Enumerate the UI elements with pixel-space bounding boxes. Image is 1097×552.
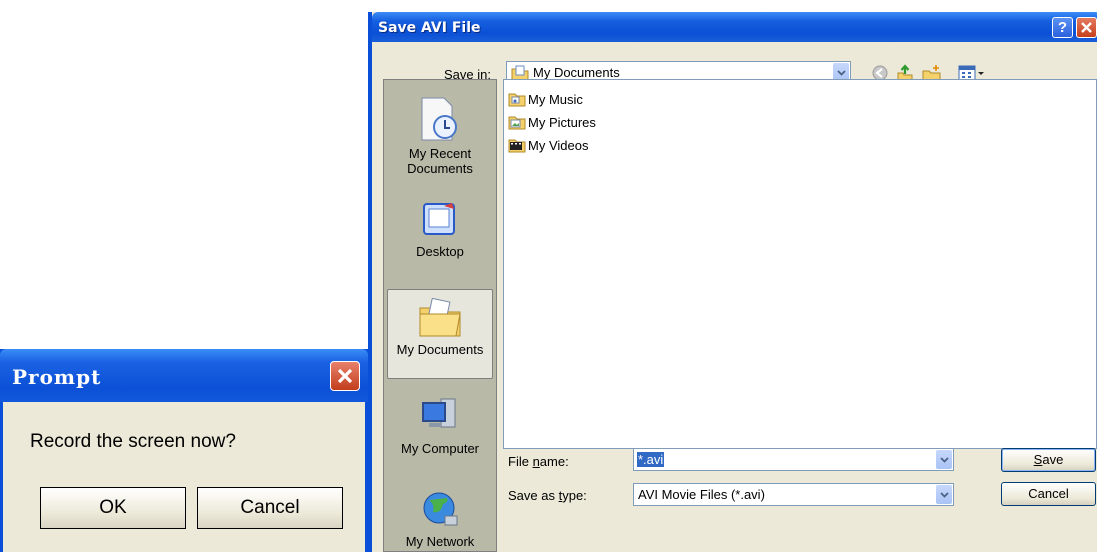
- list-item[interactable]: My Music: [508, 88, 583, 110]
- prompt-cancel-button-label: Cancel: [240, 497, 300, 518]
- place-label-my-computer: My Computer: [400, 441, 480, 456]
- file-name-my-videos: My Videos: [528, 137, 589, 153]
- close-icon: [1081, 22, 1092, 33]
- file-name-label: File name:: [508, 454, 569, 469]
- ok-button[interactable]: OK: [40, 487, 186, 529]
- save-type-label: Save as type:: [508, 488, 587, 503]
- my-network-icon: [423, 492, 458, 526]
- file-name-dropdown-button[interactable]: [936, 450, 952, 469]
- prompt-titlebar[interactable]: Prompt: [0, 349, 368, 402]
- prompt-cancel-button[interactable]: Cancel: [197, 487, 343, 529]
- place-label-desktop: Desktop: [416, 244, 464, 259]
- help-button[interactable]: ?: [1052, 17, 1073, 38]
- save-avi-dialog: Save AVI File ? Save in: My Documents My…: [368, 12, 1097, 552]
- place-my-network[interactable]: My Network: [384, 488, 496, 549]
- save-dialog-title: Save AVI File: [378, 20, 481, 36]
- place-label-my-network: My Network: [405, 534, 475, 549]
- file-name-my-music: My Music: [528, 91, 583, 107]
- my-computer-icon: [422, 398, 456, 428]
- videos-folder-icon: [508, 139, 526, 153]
- close-icon: [337, 368, 353, 384]
- save-button-label: Save: [1033, 452, 1064, 467]
- cancel-button[interactable]: Cancel: [1001, 482, 1096, 506]
- file-name-my-pictures: My Pictures: [528, 114, 596, 130]
- save-type-value: AVI Movie Files (*.avi): [638, 487, 765, 502]
- list-item[interactable]: My Videos: [508, 134, 588, 156]
- place-my-recent-documents[interactable]: My Recent Documents: [384, 96, 496, 176]
- place-desktop[interactable]: Desktop: [384, 200, 496, 259]
- save-type-dropdown-button[interactable]: [936, 485, 952, 504]
- place-my-documents[interactable]: My Documents: [387, 289, 493, 379]
- chevron-down-icon: [836, 70, 846, 76]
- place-my-computer[interactable]: My Computer: [384, 395, 496, 456]
- prompt-title: Prompt: [12, 365, 102, 389]
- file-name-value: *.avi: [637, 452, 665, 467]
- chevron-down-icon: [939, 491, 949, 498]
- ok-button-label: OK: [99, 497, 127, 518]
- place-label-recent: My Recent Documents: [407, 146, 473, 176]
- close-button[interactable]: [1076, 17, 1097, 38]
- desktop-icon: [423, 203, 455, 235]
- save-type-select[interactable]: AVI Movie Files (*.avi): [633, 483, 954, 506]
- prompt-message: Record the screen now?: [30, 431, 236, 452]
- recent-documents-icon: [421, 97, 457, 141]
- my-documents-icon: [419, 298, 461, 337]
- cancel-button-label: Cancel: [1028, 486, 1069, 501]
- pictures-folder-icon: [508, 116, 526, 130]
- file-name-field[interactable]: *.avi: [633, 448, 954, 471]
- music-folder-icon: [508, 93, 526, 107]
- prompt-dialog: Prompt Record the screen now? OK Cancel: [0, 349, 368, 552]
- save-in-value: My Documents: [533, 65, 620, 80]
- list-item[interactable]: My Pictures: [508, 111, 596, 133]
- chevron-down-icon: [939, 456, 949, 463]
- save-button[interactable]: Save: [1001, 448, 1096, 472]
- places-bar: My Recent Documents Desktop My Documents: [383, 79, 497, 552]
- place-label-my-documents: My Documents: [396, 342, 484, 357]
- prompt-close-button[interactable]: [330, 361, 360, 391]
- file-list[interactable]: My Music My Pictures My Videos: [503, 79, 1097, 449]
- save-dialog-titlebar[interactable]: Save AVI File ?: [372, 12, 1097, 42]
